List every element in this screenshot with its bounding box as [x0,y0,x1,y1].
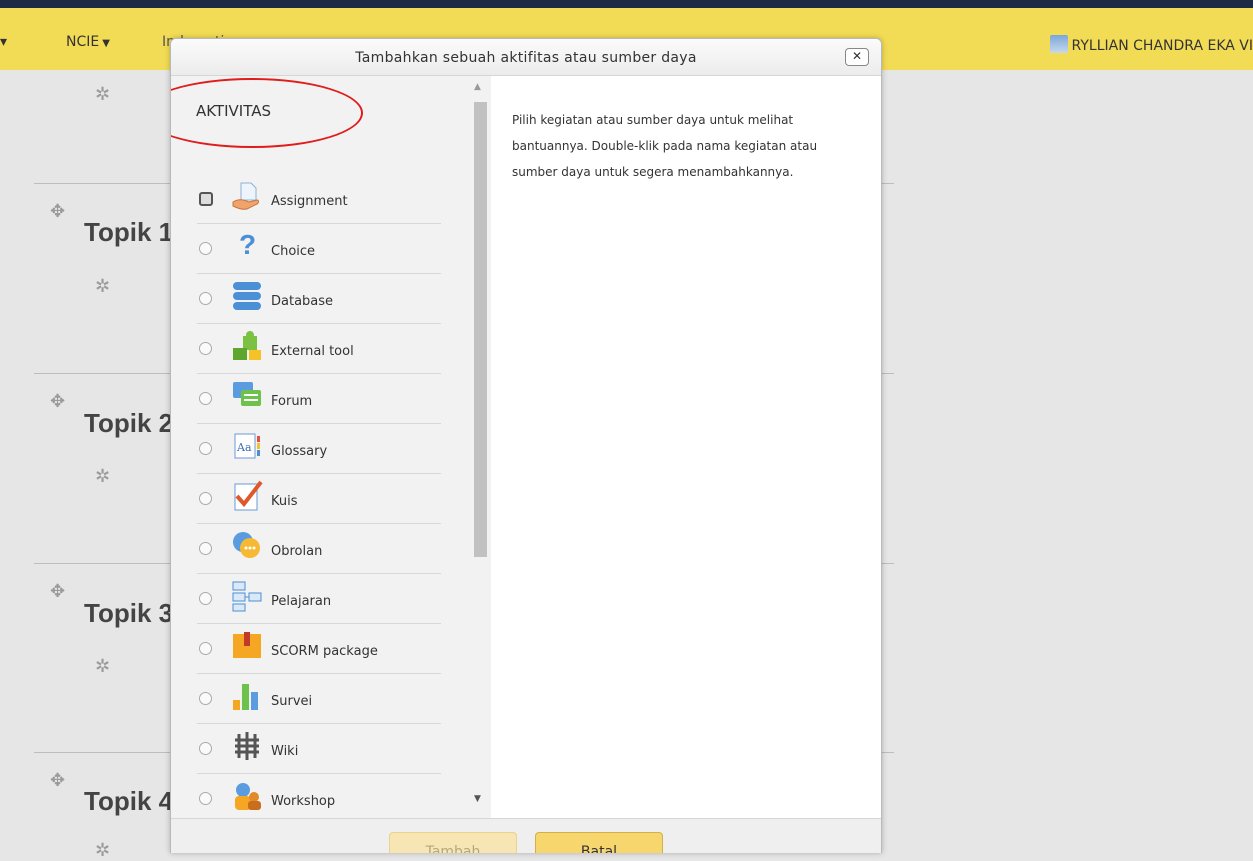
activity-item-wiki[interactable]: Wiki [197,724,441,774]
activity-item-chat[interactable]: Obrolan [197,524,441,574]
activity-item-choice[interactable]: ? Choice [197,224,441,274]
annotation-oval [171,78,363,148]
user-menu[interactable]: RYLLIAN CHANDRA EKA VI [1049,35,1253,54]
database-icon [233,282,261,310]
user-name: RYLLIAN CHANDRA EKA VI [1071,38,1253,54]
survey-icon [233,684,258,710]
nav-item-ncie[interactable]: NCIE ▼ [66,34,110,50]
radio-button[interactable] [199,692,212,705]
assignment-icon [232,182,259,210]
chat-icon [233,532,260,558]
topic-title-3: Topik 3 [84,598,174,628]
activity-label: Obrolan [271,544,323,559]
nav-item-ncie-label: NCIE [66,34,100,50]
move-icon[interactable]: ✥ [50,581,65,602]
activity-item-workshop[interactable]: Workshop [197,774,441,818]
svg-text:?: ? [239,230,256,260]
activity-label: Assignment [271,194,348,209]
radio-button[interactable] [199,542,212,555]
radio-button[interactable] [199,442,212,455]
svg-text:Aa: Aa [236,441,252,454]
gear-icon[interactable]: ✲ [95,466,110,487]
gear-icon[interactable]: ✲ [95,840,110,861]
radio-button[interactable] [199,242,212,255]
activity-label: Pelajaran [271,594,332,609]
radio-button[interactable] [199,642,212,655]
activity-item-database[interactable]: Database [197,274,441,324]
scroll-down-icon[interactable]: ▼ [474,794,481,804]
radio-button[interactable] [199,492,212,505]
chevron-down-icon: ▼ [102,38,110,49]
add-activity-dialog: Tambahkan sebuah aktifitas atau sumber d… [170,38,882,853]
close-button[interactable]: ✕ [845,48,869,66]
top-strip [0,0,1253,8]
activity-label: Kuis [271,494,298,509]
wiki-icon [235,732,259,760]
activity-item-glossary[interactable]: Aa Glossary [197,424,441,474]
quiz-icon [234,480,263,511]
radio-button[interactable] [199,592,212,605]
gear-icon[interactable]: ✲ [95,84,110,105]
help-text: Pilih kegiatan atau sumber daya untuk me… [512,113,818,179]
scrollbar[interactable]: ▲ ▼ [469,76,491,818]
topic-title-2: Topik 2 [84,408,174,438]
scorm-icon [233,632,261,658]
activity-item-forum[interactable]: Forum [197,374,441,424]
activity-label: Choice [271,244,316,259]
activity-item-scorm[interactable]: SCORM package [197,624,441,674]
dialog-header: Tambahkan sebuah aktifitas atau sumber d… [171,39,881,76]
activity-label: Glossary [271,444,328,459]
activity-list: AKTIVITAS Assignment ? Choice Database E… [171,76,469,818]
activity-item-quiz[interactable]: Kuis [197,474,441,524]
activity-item-survey[interactable]: Survei [197,674,441,724]
cancel-button[interactable]: Batal [535,832,663,853]
radio-button[interactable] [199,792,212,805]
activity-label: Forum [271,394,313,409]
activity-label: Database [271,294,334,309]
activity-label: Workshop [271,794,336,809]
scrollbar-thumb[interactable] [474,102,487,557]
radio-button[interactable] [199,292,212,305]
lesson-icon [232,581,262,612]
glossary-icon: Aa [234,433,260,459]
activity-label: External tool [271,344,354,359]
activity-label: Survei [271,694,313,709]
move-icon[interactable]: ✥ [50,201,65,222]
radio-button[interactable] [199,392,212,405]
avatar [1049,35,1068,53]
scroll-up-icon[interactable]: ▲ [474,82,481,92]
radio-button[interactable] [199,192,213,206]
gear-icon[interactable]: ✲ [95,276,110,297]
radio-button[interactable] [199,742,212,755]
activity-item-external-tool[interactable]: External tool [197,324,441,374]
radio-button[interactable] [199,342,212,355]
activity-item-lesson[interactable]: Pelajaran [197,574,441,624]
dialog-title: Tambahkan sebuah aktifitas atau sumber d… [355,50,697,66]
topic-title-1: Topik 1 [84,217,174,247]
choice-icon: ? [239,230,256,260]
add-button[interactable]: Tambah [389,832,517,853]
nav-dropdown-caret[interactable]: ▾ [0,34,7,50]
topic-title-4: Topik 4 [84,786,174,816]
move-icon[interactable]: ✥ [50,391,65,412]
activity-label: SCORM package [271,644,378,659]
workshop-icon [235,783,261,810]
activity-label: Wiki [271,744,299,759]
forum-icon [233,382,261,406]
gear-icon[interactable]: ✲ [95,656,110,677]
activity-item-assignment[interactable]: Assignment [197,174,441,224]
puzzle-icon [233,331,261,360]
dialog-footer: Tambah Batal [171,818,881,853]
move-icon[interactable]: ✥ [50,770,65,791]
